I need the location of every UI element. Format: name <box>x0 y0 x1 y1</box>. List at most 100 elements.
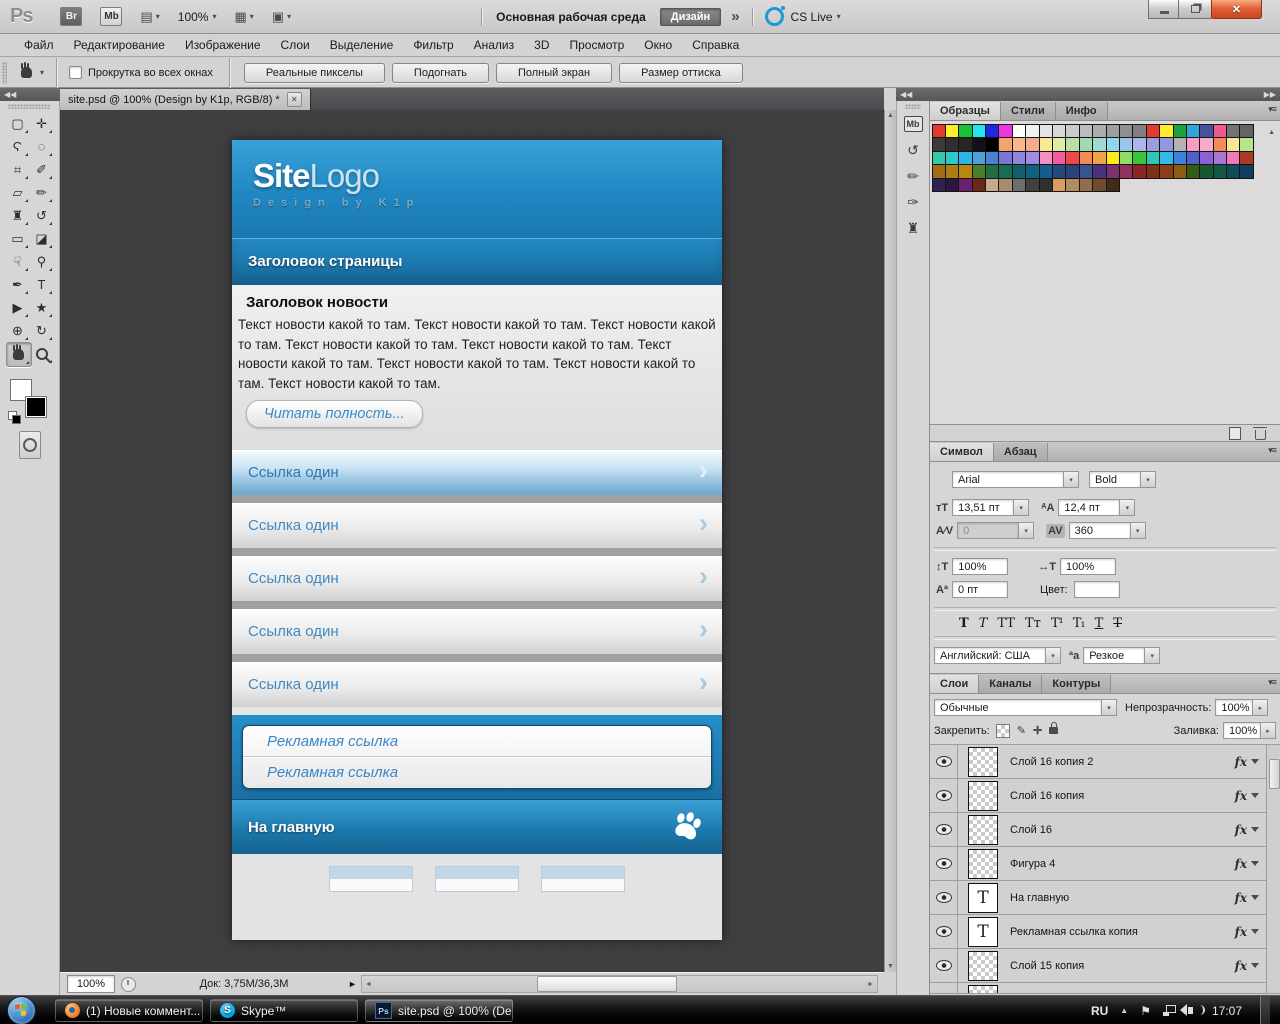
color-swatch[interactable] <box>1199 124 1213 139</box>
quick-selection-tool[interactable]: ◌ <box>30 135 54 158</box>
color-swatch[interactable] <box>1079 178 1093 193</box>
color-swatch[interactable] <box>1039 164 1053 179</box>
pen-tool[interactable]: ✒ <box>6 273 30 296</box>
color-swatch[interactable] <box>1079 124 1093 139</box>
layer-fx-badge[interactable]: fx <box>1235 993 1247 994</box>
color-swatch[interactable] <box>1079 164 1093 179</box>
panel-tab[interactable]: Инфо <box>1056 102 1108 120</box>
color-swatch[interactable] <box>1132 124 1146 139</box>
leading-dropdown[interactable]: ▾ <box>1120 499 1135 516</box>
layer-name[interactable]: Слой 16 копия <box>1010 790 1235 802</box>
site-link-row[interactable]: Ссылка один › <box>232 450 722 495</box>
panel-menu-icon[interactable]: ▾≡ <box>1268 445 1276 456</box>
layer-name[interactable]: Слой 15 копия <box>1010 960 1235 972</box>
layer-thumbnail[interactable] <box>968 985 998 994</box>
site-link-row[interactable]: Ссылка один › <box>232 556 722 601</box>
document-tab[interactable]: site.psd @ 100% (Design by K1p, RGB/8) *… <box>60 89 311 110</box>
options-button[interactable]: Подогнать <box>392 63 489 83</box>
color-swatch[interactable] <box>1092 137 1106 152</box>
zoom-tool[interactable] <box>30 342 54 365</box>
color-swatch[interactable] <box>1012 151 1026 166</box>
color-swatch[interactable] <box>985 151 999 166</box>
color-swatch[interactable] <box>972 151 986 166</box>
color-swatch[interactable] <box>1012 124 1026 139</box>
vertical-scale-field[interactable]: 100% <box>952 558 1008 575</box>
language-indicator[interactable]: RU <box>1091 1004 1108 1018</box>
antialias-select[interactable]: Резкое <box>1083 647 1145 664</box>
color-swatch[interactable] <box>1186 164 1200 179</box>
site-design-canvas[interactable]: SiteLogo Design by K1p Заголовок страниц… <box>232 140 722 940</box>
options-button[interactable]: Размер оттиска <box>619 63 743 83</box>
horizontal-scale-field[interactable]: 100% <box>1060 558 1116 575</box>
menu-item[interactable]: Фильтр <box>403 38 463 52</box>
eyedropper-tool[interactable]: ✐ <box>30 158 54 181</box>
layer-row[interactable]: fx <box>930 983 1267 993</box>
blend-mode-dropdown[interactable]: ▾ <box>1102 699 1117 716</box>
scroll-right-arrow[interactable]: ► <box>867 981 874 988</box>
lock-position-icon[interactable]: ✛ <box>1033 724 1042 737</box>
swatches-scroll-up[interactable]: ▲ <box>1268 129 1275 136</box>
site-home-bar[interactable]: На главную <box>232 799 722 854</box>
color-swatch[interactable] <box>1052 178 1066 193</box>
color-swatch[interactable] <box>1025 137 1039 152</box>
color-swatch[interactable] <box>932 124 946 139</box>
color-swatch[interactable] <box>985 178 999 193</box>
color-swatch[interactable] <box>932 164 946 179</box>
layer-visibility-toggle[interactable] <box>930 881 958 914</box>
layer-fx-badge[interactable]: fx <box>1235 823 1247 837</box>
layer-row[interactable]: Фигура 4 fx <box>930 847 1267 881</box>
color-swatch[interactable] <box>1106 124 1120 139</box>
smudge-tool[interactable]: ☟ <box>6 250 30 273</box>
color-swatch[interactable] <box>1106 178 1120 193</box>
layer-thumbnail[interactable] <box>968 781 998 811</box>
scroll-all-windows-checkbox[interactable] <box>69 66 82 79</box>
color-swatch[interactable] <box>1119 164 1133 179</box>
layer-name[interactable]: На главную <box>1010 892 1235 904</box>
layer-fx-badge[interactable]: fx <box>1235 891 1247 905</box>
color-swatch[interactable] <box>945 164 959 179</box>
color-swatch[interactable] <box>1213 151 1227 166</box>
layer-fx-badge[interactable]: fx <box>1235 959 1247 973</box>
ad-link[interactable]: Рекламная ссылка <box>243 757 711 787</box>
layer-thumbnail[interactable] <box>968 917 998 947</box>
layers-scrollbar[interactable] <box>1266 745 1280 993</box>
footer-banner[interactable] <box>435 866 519 892</box>
color-swatch[interactable] <box>1052 124 1066 139</box>
color-swatch[interactable] <box>1065 124 1079 139</box>
font-style-dropdown[interactable]: ▾ <box>1141 471 1156 488</box>
color-swatch[interactable] <box>1173 164 1187 179</box>
3d-orbit-tool[interactable]: ↻ <box>30 319 54 342</box>
color-swatch[interactable] <box>985 164 999 179</box>
layer-thumbnail[interactable] <box>968 815 998 845</box>
language-select[interactable]: Английский: США <box>934 647 1046 664</box>
history-button[interactable]: ↺ <box>900 138 926 162</box>
baseline-shift-field[interactable]: 0 пт <box>952 581 1008 598</box>
color-swatch[interactable] <box>1039 137 1053 152</box>
scrollbar-thumb[interactable] <box>537 976 677 992</box>
color-swatch[interactable] <box>1146 164 1160 179</box>
kerning-field[interactable]: 0 <box>957 522 1019 539</box>
layer-row[interactable]: Слой 16 копия 2 fx <box>930 745 1267 779</box>
task-skype[interactable]: Skype™ <box>210 999 358 1022</box>
layer-row[interactable]: Рекламная ссылка копия fx <box>930 915 1267 949</box>
color-swatch[interactable] <box>1186 124 1200 139</box>
speaker-icon[interactable] <box>1188 1007 1193 1014</box>
color-swatch[interactable] <box>1065 151 1079 166</box>
color-swatch[interactable] <box>1092 124 1106 139</box>
zoom-percentage-field[interactable]: 100% <box>67 975 115 993</box>
expand-dock-icon[interactable]: ▶▶ <box>1264 90 1276 99</box>
opacity-spinner[interactable]: ▸ <box>1253 699 1268 716</box>
panel-tab[interactable]: Контуры <box>1042 675 1111 693</box>
collapse-dock-icon[interactable]: ◀◀ <box>900 90 912 99</box>
delete-swatch-button[interactable] <box>1255 430 1266 440</box>
menu-item[interactable]: 3D <box>524 38 559 52</box>
color-swatch[interactable] <box>1186 137 1200 152</box>
layer-thumbnail[interactable] <box>968 883 998 913</box>
color-swatch[interactable] <box>1146 151 1160 166</box>
color-swatch[interactable] <box>1226 164 1240 179</box>
color-swatch[interactable] <box>985 124 999 139</box>
panel-tab[interactable]: Каналы <box>979 675 1042 693</box>
layer-row[interactable]: На главную fx <box>930 881 1267 915</box>
layer-thumbnail[interactable] <box>968 951 998 981</box>
history-brush-tool[interactable]: ↺ <box>30 204 54 227</box>
